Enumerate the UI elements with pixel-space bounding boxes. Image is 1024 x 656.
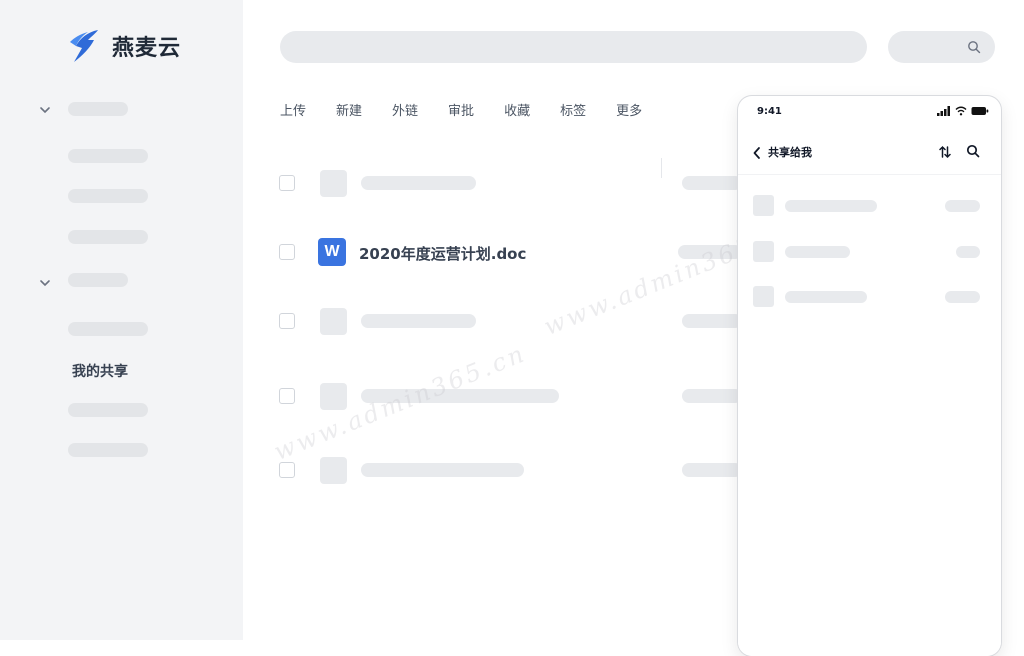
- phone-page-title: 共享给我: [768, 146, 812, 159]
- sidebar-item-placeholder[interactable]: [68, 230, 148, 244]
- file-thumb-placeholder: [320, 383, 347, 410]
- toolbar-upload[interactable]: 上传: [280, 100, 306, 119]
- phone-header-divider: [738, 174, 1001, 175]
- app-name: 燕麦云: [112, 36, 182, 61]
- phone-file-thumb: [753, 241, 774, 262]
- phone-list: [738, 174, 1001, 656]
- wifi-icon: [955, 106, 967, 116]
- chevron-down-icon[interactable]: [38, 276, 52, 290]
- row-checkbox[interactable]: [279, 175, 295, 191]
- file-meta-placeholder: [682, 389, 742, 403]
- sidebar-item-placeholder[interactable]: [68, 189, 148, 203]
- search-input[interactable]: [280, 31, 867, 63]
- file-name-placeholder: [361, 314, 476, 328]
- column-divider: [661, 158, 662, 178]
- sidebar-group-placeholder[interactable]: [68, 102, 128, 116]
- sort-icon[interactable]: [939, 145, 951, 159]
- toolbar-more[interactable]: 更多: [616, 100, 642, 119]
- file-meta-placeholder: [682, 176, 742, 190]
- phone-file-meta-placeholder: [945, 291, 980, 303]
- sidebar-item-placeholder[interactable]: [68, 403, 148, 417]
- file-meta-placeholder: [682, 314, 742, 328]
- toolbar: 上传 新建 外链 审批 收藏 标签 更多: [280, 100, 672, 119]
- word-doc-icon: W: [318, 238, 346, 266]
- phone-mockup: 9:41 共享给我: [738, 96, 1001, 656]
- toolbar-approval[interactable]: 审批: [448, 100, 474, 119]
- row-checkbox[interactable]: [279, 388, 295, 404]
- phone-file-name-placeholder: [785, 291, 867, 303]
- sidebar-item-placeholder[interactable]: [68, 443, 148, 457]
- logo-icon: [70, 30, 98, 62]
- search-icon: [968, 41, 981, 54]
- phone-header: 共享给我: [738, 132, 1001, 174]
- file-meta-placeholder: [682, 463, 742, 477]
- toolbar-favorite[interactable]: 收藏: [504, 100, 530, 119]
- file-name-placeholder: [361, 463, 524, 477]
- sidebar-item-placeholder[interactable]: [68, 149, 148, 163]
- file-name[interactable]: 2020年度运营计划.doc: [359, 243, 526, 264]
- row-checkbox[interactable]: [279, 244, 295, 260]
- toolbar-external-link[interactable]: 外链: [392, 100, 418, 119]
- phone-file-thumb: [753, 195, 774, 216]
- file-name-placeholder: [361, 176, 476, 190]
- toolbar-new[interactable]: 新建: [336, 100, 362, 119]
- status-icons: [937, 106, 989, 116]
- back-icon[interactable]: [752, 146, 762, 160]
- signal-icon: [937, 106, 950, 116]
- sidebar-item-placeholder[interactable]: [68, 322, 148, 336]
- sidebar-group-placeholder[interactable]: [68, 273, 128, 287]
- battery-icon: [971, 107, 989, 115]
- file-thumb-placeholder: [320, 457, 347, 484]
- sidebar-item-my-shares[interactable]: 我的共享: [72, 361, 128, 381]
- phone-file-name-placeholder: [785, 246, 850, 258]
- phone-file-name-placeholder: [785, 200, 877, 212]
- search-icon[interactable]: [966, 144, 980, 158]
- file-thumb-placeholder: [320, 308, 347, 335]
- phone-file-thumb: [753, 286, 774, 307]
- sidebar: 燕麦云 我的共享: [0, 0, 243, 640]
- file-thumb-placeholder: [320, 170, 347, 197]
- app-logo[interactable]: 燕麦云: [66, 28, 181, 64]
- phone-file-meta-placeholder: [945, 200, 980, 212]
- row-checkbox[interactable]: [279, 313, 295, 329]
- status-time: 9:41: [757, 106, 782, 117]
- toolbar-tag[interactable]: 标签: [560, 100, 586, 119]
- search-button[interactable]: [888, 31, 995, 63]
- phone-file-meta-placeholder: [956, 246, 980, 258]
- chevron-down-icon[interactable]: [38, 103, 52, 117]
